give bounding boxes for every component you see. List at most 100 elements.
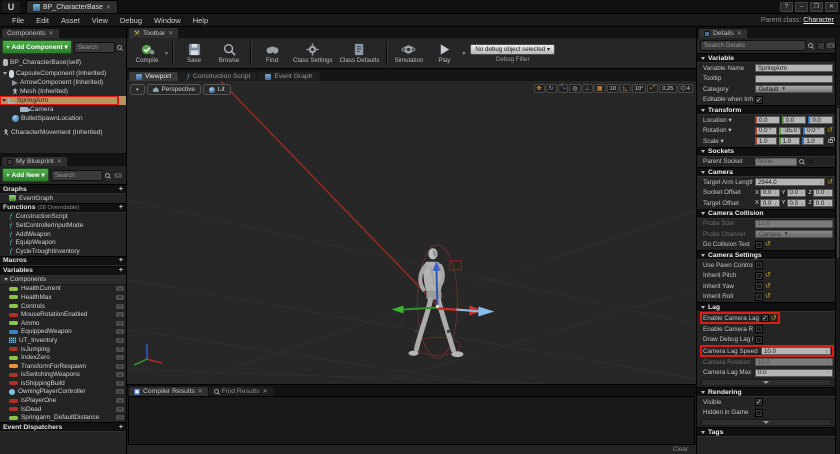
- eye-icon[interactable]: [116, 415, 124, 420]
- simulation-button[interactable]: Simulation: [391, 43, 426, 64]
- maximize-button[interactable]: ❐: [810, 2, 823, 12]
- menu-edit[interactable]: Edit: [30, 16, 55, 25]
- components-search-input[interactable]: [74, 42, 115, 53]
- scale-label[interactable]: Scale ▾: [703, 138, 753, 145]
- my-blueprint-search-input[interactable]: [51, 170, 103, 181]
- display-filter-icon[interactable]: [827, 43, 835, 48]
- surface-snap-button[interactable]: ⊥: [582, 84, 593, 93]
- section-tags[interactable]: Tags: [697, 427, 835, 437]
- reset-icon[interactable]: [771, 315, 777, 322]
- draw-debug-lag-checkbox[interactable]: [755, 336, 763, 344]
- target-offset-y-field[interactable]: 0.0↕: [787, 199, 807, 207]
- visible-checkbox[interactable]: [755, 398, 763, 406]
- add-component-button[interactable]: + Add Component ▾: [2, 40, 72, 54]
- viewport-options-button[interactable]: ▾: [130, 84, 145, 95]
- section-transform[interactable]: Transform: [697, 105, 835, 115]
- translate-tool-button[interactable]: ✥: [534, 84, 545, 93]
- tree-item-mesh[interactable]: Mesh (Inherited): [0, 87, 126, 96]
- asset-tab-close-icon[interactable]: ✕: [106, 4, 111, 11]
- section-camera-collision[interactable]: Camera Collision: [697, 209, 835, 219]
- asset-tab[interactable]: BP_CharacterBase ✕: [26, 0, 118, 13]
- viewport-3d[interactable]: ▾ Perspective Lit ✥ ↻ ⤡ ◍ ⊥ ▦ 10 ◺ 10° ⤢…: [127, 81, 696, 384]
- section-camera-settings[interactable]: Camera Settings: [697, 250, 835, 260]
- minimize-button[interactable]: –: [795, 2, 808, 12]
- location-y-field[interactable]: 0.0: [782, 116, 807, 124]
- camera-lag-speed-field[interactable]: 10.0↕: [761, 347, 831, 355]
- menu-debug[interactable]: Debug: [114, 16, 148, 25]
- variable-name-field[interactable]: [755, 64, 833, 72]
- list-item-addweapon[interactable]: ƒAddWeapon: [0, 230, 126, 239]
- list-item-equipweapon[interactable]: ƒEquipWeapon: [0, 238, 126, 247]
- eye-icon[interactable]: [116, 338, 124, 343]
- tree-item-arrow[interactable]: ArrowComponent (Inherited): [0, 78, 126, 87]
- toolbar-close-icon[interactable]: ✕: [168, 30, 173, 37]
- add-new-button[interactable]: + Add New ▾: [2, 168, 49, 182]
- eye-icon[interactable]: [116, 407, 124, 412]
- section-rendering[interactable]: Rendering: [697, 387, 835, 397]
- find-button[interactable]: Find: [255, 43, 289, 64]
- tab-compiler-results[interactable]: ▣Compiler Results✕: [129, 387, 208, 396]
- find-results-close-icon[interactable]: ✕: [263, 388, 268, 395]
- save-button[interactable]: Save: [177, 43, 211, 64]
- scale-lock-icon[interactable]: [828, 139, 833, 143]
- view-options-icon[interactable]: [114, 173, 122, 178]
- expand-advanced-button[interactable]: [701, 419, 831, 426]
- section-lag[interactable]: Lag: [697, 302, 835, 312]
- scale-tool-button[interactable]: ⤡: [558, 84, 569, 93]
- tree-item-self[interactable]: BP_CharacterBase(self): [0, 58, 126, 67]
- compile-button[interactable]: Compile: [130, 43, 164, 64]
- graphs-header[interactable]: Graphs+: [0, 184, 126, 194]
- compile-options-caret-icon[interactable]: ▾: [165, 50, 168, 57]
- parent-class-link[interactable]: Character: [803, 17, 834, 24]
- tab-viewport[interactable]: Viewport: [129, 72, 178, 81]
- socket-clear-icon[interactable]: ✕: [808, 158, 814, 166]
- list-item-variable[interactable]: isSwitchingWeapons: [0, 371, 126, 380]
- scrollbar-thumb[interactable]: [837, 108, 839, 258]
- scale-y-field[interactable]: 1.0: [779, 137, 801, 145]
- tree-item-bulletspawn[interactable]: BulletSpawnLocation: [0, 114, 126, 123]
- list-item-eventgraph[interactable]: EventGraph: [0, 194, 126, 203]
- enable-camera-lag-checkbox[interactable]: [761, 314, 769, 322]
- target-arm-length-reset-icon[interactable]: [827, 179, 833, 186]
- list-item-setcontrollerinputmode[interactable]: ƒSetControllerInputMode: [0, 221, 126, 230]
- eye-icon[interactable]: [116, 355, 124, 360]
- expand-advanced-button[interactable]: [701, 379, 831, 386]
- hidden-in-game-checkbox[interactable]: [755, 409, 763, 417]
- expander-icon[interactable]: [2, 99, 6, 102]
- list-item-variable[interactable]: isJumping: [0, 345, 126, 354]
- list-item-variable[interactable]: Springarm_DefaultDistance: [0, 413, 126, 422]
- socket-offset-x-field[interactable]: 0.0↕: [760, 189, 780, 197]
- reset-icon[interactable]: [765, 241, 771, 248]
- clear-button[interactable]: Clear: [673, 446, 688, 453]
- add-graph-icon[interactable]: +: [119, 186, 123, 193]
- expander-icon[interactable]: [3, 72, 7, 75]
- scale-x-field[interactable]: 1.0: [755, 137, 777, 145]
- expander-icon[interactable]: [4, 278, 8, 281]
- eye-icon[interactable]: [116, 286, 124, 291]
- eye-icon[interactable]: [116, 304, 124, 309]
- list-item-variable[interactable]: EquippedWeapon: [0, 328, 126, 337]
- location-label[interactable]: Location ▾: [703, 117, 753, 124]
- reset-icon[interactable]: [765, 272, 771, 279]
- eye-icon[interactable]: [116, 389, 124, 394]
- class-settings-button[interactable]: Class Settings: [290, 43, 336, 64]
- target-arm-length-field[interactable]: 2944.0↕: [755, 178, 825, 186]
- browse-button[interactable]: Browse: [212, 43, 246, 64]
- tree-item-springarm[interactable]: SpringArm: [0, 96, 126, 105]
- list-item-variable[interactable]: IndexZero: [0, 353, 126, 362]
- socket-offset-label[interactable]: Socket Offset: [703, 189, 753, 196]
- tab-components[interactable]: Components✕: [2, 29, 59, 38]
- grid-snap-value-button[interactable]: 10: [607, 84, 619, 93]
- list-item-cycletroughtinventory[interactable]: ƒCycleTroughtInventory: [0, 247, 126, 256]
- list-item-constructionscript[interactable]: ƒConstructionScript: [0, 213, 126, 222]
- socket-offset-y-field[interactable]: 0.0↕: [787, 189, 807, 197]
- list-item-variable[interactable]: Controls: [0, 302, 126, 311]
- socket-search-icon[interactable]: [799, 159, 804, 164]
- do-collision-test-checkbox[interactable]: [755, 241, 763, 249]
- event-dispatchers-header[interactable]: Event Dispatchers+: [0, 422, 126, 432]
- list-item-variable[interactable]: HealthMax: [0, 293, 126, 302]
- list-item-variable[interactable]: TransformForRespawn: [0, 362, 126, 371]
- list-item-variable[interactable]: UT_Inventory: [0, 336, 126, 345]
- eye-icon[interactable]: [116, 312, 124, 317]
- rotation-reset-icon[interactable]: [827, 127, 833, 134]
